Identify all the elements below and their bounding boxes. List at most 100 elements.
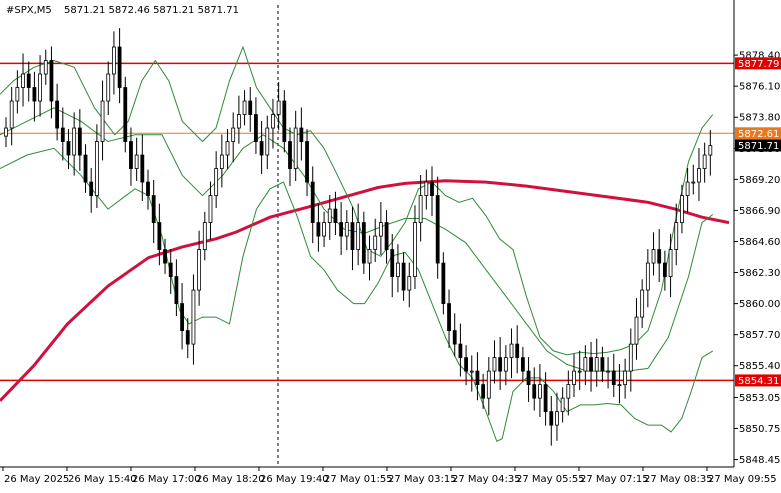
y-tick-label: 5873.80 <box>739 113 780 124</box>
last-price-badge-label: 5871.71 <box>738 141 779 152</box>
candle-body <box>305 141 309 183</box>
candle-body <box>225 141 230 156</box>
price-badge-label: 5877.79 <box>738 59 779 70</box>
candle-body <box>503 357 508 372</box>
candle-body <box>4 127 8 137</box>
candle-body <box>214 168 219 196</box>
candle-body <box>344 222 349 237</box>
price-chart[interactable]: 5878.405876.105873.805871.505869.205866.… <box>0 0 781 489</box>
candle-body <box>299 127 304 142</box>
candle-body <box>151 195 156 223</box>
x-tick-label: 27 May 01:55 <box>324 474 393 485</box>
candle-body <box>373 235 378 250</box>
candle-body <box>594 357 599 372</box>
candle-body <box>231 127 236 142</box>
y-tick-label: 5862.30 <box>739 268 780 279</box>
x-tick-label: 27 May 03:15 <box>388 474 457 485</box>
candle-body <box>543 384 548 413</box>
x-tick-label: 27 May 05:55 <box>516 474 585 485</box>
candle-body <box>282 100 287 142</box>
candle-body <box>350 222 355 250</box>
candle-body <box>77 127 82 156</box>
candle-body <box>333 208 338 223</box>
candle-body <box>310 181 315 223</box>
candle-body <box>94 141 99 196</box>
candle-body <box>367 249 372 264</box>
y-tick-label: 5857.70 <box>739 330 780 341</box>
candle-body <box>481 384 486 399</box>
candle-body <box>134 154 139 169</box>
candle-body <box>208 195 213 223</box>
candle-body <box>26 73 31 88</box>
candle-body <box>9 100 14 129</box>
candle-body <box>15 87 20 102</box>
y-tick-label: 5855.40 <box>739 361 780 372</box>
candle-body <box>617 384 622 387</box>
candle-body <box>174 276 179 304</box>
candle-body <box>600 357 605 372</box>
candle-body <box>236 114 241 129</box>
candle-body <box>589 357 593 372</box>
candle-body <box>634 316 639 345</box>
candle-body <box>413 222 417 277</box>
candle-body <box>662 262 667 277</box>
candle-body <box>242 100 247 115</box>
candle-body <box>441 262 446 304</box>
candle-body <box>49 60 54 102</box>
candle-body <box>526 370 531 386</box>
candle-body <box>339 222 344 237</box>
candle-body <box>146 181 150 196</box>
candle-body <box>435 195 440 264</box>
candle-body <box>566 384 571 399</box>
candle-body <box>123 87 128 142</box>
candle-body <box>327 208 332 223</box>
candle-body <box>691 181 696 184</box>
candle-body <box>475 370 480 386</box>
candle-body <box>378 222 383 237</box>
x-tick-label: 26 May 18:20 <box>196 474 265 485</box>
candle-body <box>469 370 474 373</box>
candle-body <box>697 168 701 183</box>
candle-body <box>532 384 537 399</box>
y-tick-label: 5869.20 <box>739 175 780 186</box>
candle-body <box>674 222 679 250</box>
candle-body <box>464 357 468 372</box>
candle-body <box>418 195 423 223</box>
candle-body <box>254 114 258 142</box>
candle-body <box>430 181 434 196</box>
candle-body <box>396 262 400 277</box>
candle-body <box>288 141 292 169</box>
candle-body <box>83 154 88 183</box>
y-tick-label: 5864.60 <box>739 237 780 248</box>
candle-body <box>680 195 684 223</box>
candle-body <box>520 357 525 372</box>
candle-body <box>572 370 576 386</box>
candle-body <box>129 141 133 169</box>
candle-body <box>645 262 650 291</box>
x-tick-label: 26 May 19:40 <box>260 474 329 485</box>
candle-body <box>197 249 202 291</box>
candle-body <box>185 330 190 345</box>
x-tick-label: 27 May 08:35 <box>644 474 713 485</box>
y-tick-label: 5848.45 <box>739 455 780 466</box>
y-tick-label: 5860.00 <box>739 299 780 310</box>
x-tick-label: 26 May 2025 <box>4 474 69 485</box>
candle-body <box>248 100 253 115</box>
candle-body <box>685 181 690 196</box>
x-tick-label: 27 May 04:35 <box>452 474 521 485</box>
candle-body <box>401 262 406 291</box>
candle-body <box>38 73 42 102</box>
candle-body <box>452 330 457 345</box>
candle-body <box>112 46 116 75</box>
candle-body <box>163 249 167 264</box>
candle-body <box>424 181 429 196</box>
candle-body <box>276 100 281 115</box>
candle-body <box>628 343 633 372</box>
candle-body <box>549 411 554 426</box>
candle-body <box>708 145 713 156</box>
candle-body <box>55 100 60 129</box>
candle-body <box>89 181 94 196</box>
candle-body <box>106 73 111 102</box>
candle-body <box>202 222 207 250</box>
chart-svg[interactable]: 5878.405876.105873.805871.505869.205866.… <box>0 0 781 489</box>
